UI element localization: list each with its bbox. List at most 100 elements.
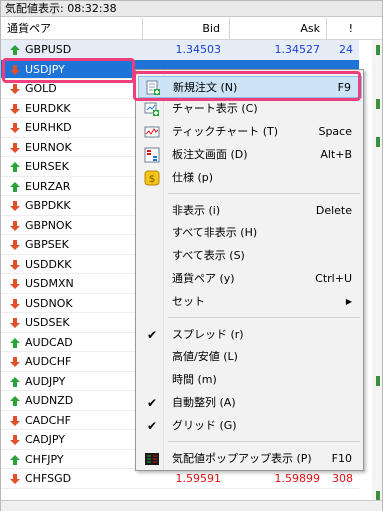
symbol-name: EURHKD [25,121,72,134]
down-arrow-icon [10,220,20,231]
chart-window-icon [144,101,160,117]
menu-item-label: 板注文画面 (D) [172,148,248,161]
check-icon: ✔ [147,396,158,410]
menu-separator [168,317,360,318]
down-arrow-icon [10,318,20,328]
up-arrow-icon [10,337,20,348]
menu-separator [168,441,360,442]
menu-item-label: すべて表示 (S) [172,249,245,262]
menu-item-label: 仕様 (p) [172,171,214,184]
down-arrow-icon [10,103,20,114]
down-arrow-icon [10,123,20,133]
menu-item-label: 高値/安値 (L) [172,350,238,363]
table-header: 通貨ペア Bid Ask ! [1,18,382,40]
column-header-ask[interactable]: Ask [276,18,320,40]
column-divider[interactable] [142,18,143,40]
ask-price: 1.59899 [274,472,321,485]
down-arrow-icon [10,142,20,153]
menu-item-7[interactable]: すべて表示 (S) [138,245,362,267]
down-arrow-icon [10,259,20,270]
menu-item-popup-prices[interactable]: 気配値ポップアップ表示 (P) F10 [138,448,362,470]
down-arrow-icon [10,240,20,250]
table-row[interactable]: CHFSGD 1.59591 1.59899 308 [1,469,359,489]
svg-text:$: $ [149,174,155,185]
symbol-name: USDSEK [25,316,70,329]
menu-separator [168,193,360,194]
window-titlebar[interactable]: 気配値表示: 08:32:38 [1,1,382,17]
depth-of-market-icon [144,147,160,163]
menu-item-label: 時間 (m) [172,373,217,386]
check-icon: ✔ [147,328,158,342]
down-arrow-icon [10,298,20,309]
submenu-arrow-icon: ▶ [345,297,352,306]
column-header-symbol[interactable]: 通貨ペア [7,18,51,40]
down-arrow-icon [10,357,20,367]
spread-value: 308 [332,472,353,485]
titlebar-label: 気配値表示: [5,2,64,15]
menu-item-8[interactable]: 通貨ペア (y) Ctrl+U [138,268,362,290]
menu-item-label: 通貨ペア (y) [172,272,235,285]
titlebar-time: 08:32:38 [67,2,117,15]
symbol-name: AUDJPY [25,374,66,388]
menu-item-specification[interactable]: $ 仕様 (p) [138,167,362,189]
symbol-name: CADJPY [25,433,66,446]
menu-item-6[interactable]: すべて非表示 (H) [138,222,362,244]
down-arrow-icon [10,474,20,484]
symbol-name: CHFJPY [25,452,64,466]
check-icon: ✔ [147,419,158,433]
symbol-name: USDNOK [25,296,73,310]
symbol-name: GBPDKK [25,199,71,212]
spread-value: 24 [339,43,353,56]
menu-item-14[interactable]: ✔ グリッド (G) [138,415,362,437]
bottom-tab-bar[interactable] [1,500,382,511]
up-arrow-icon [10,396,20,406]
menu-item-5[interactable]: 非表示 (i) Delete [138,200,362,222]
symbol-name: GBPUSD [25,43,72,56]
column-divider[interactable] [326,18,327,40]
menu-item-label: 気配値ポップアップ表示 (P) [172,452,312,465]
menu-item-shortcut: F10 [331,452,352,465]
down-arrow-icon [10,84,20,94]
up-arrow-icon [10,181,20,192]
menu-item-12[interactable]: 時間 (m) [138,369,362,391]
table-row[interactable]: GBPUSD 1.34503 1.34527 24 [1,40,359,60]
symbol-name: GBPSEK [25,238,69,251]
menu-item-10[interactable]: ✔ スプレッド (r) [138,324,362,346]
column-header-spread[interactable]: ! [341,18,353,40]
column-divider[interactable] [229,18,230,40]
menu-item-9[interactable]: セット ▶ [138,291,362,313]
tick-chart-icon [144,124,160,140]
menu-item-depth-of-market[interactable]: 板注文画面 (D) Alt+B [138,144,362,166]
vertical-scrollbar[interactable] [372,40,382,500]
menu-item-chart-window[interactable]: チャート表示 (C) [138,98,362,120]
down-arrow-icon [10,415,20,426]
menu-item-shortcut: Delete [315,204,352,217]
up-arrow-icon [10,454,20,465]
down-arrow-icon [10,279,20,289]
symbol-name: EURNOK [25,140,72,154]
menu-item-shortcut: Space [318,125,352,138]
ask-price: 1.34527 [274,43,321,56]
up-arrow-icon [10,162,20,172]
up-arrow-icon [10,376,20,387]
bid-price: 1.34503 [175,43,222,56]
down-arrow-icon [10,435,20,445]
selected-row-highlight [2,58,135,83]
menu-item-13[interactable]: ✔ 自動整列 (A) [138,392,362,414]
column-header-bid[interactable]: Bid [176,18,220,40]
symbol-name: CHFSGD [25,472,72,485]
specification-icon: $ [144,170,160,186]
symbol-name: EURSEK [25,160,69,173]
new-order-highlight [133,71,361,101]
symbol-name: USDMXN [25,277,74,290]
bid-price: 1.59591 [175,472,222,485]
menu-item-label: 自動整列 (A) [172,396,236,409]
menu-item-tick-chart[interactable]: ティックチャート (T) Space [138,121,362,143]
symbol-name: EURDKK [25,101,71,115]
symbol-name: EURZAR [25,179,71,193]
menu-item-shortcut: Ctrl+U [315,272,352,285]
menu-item-label: グリッド (G) [172,419,237,432]
up-arrow-icon [10,45,20,55]
menu-item-label: 非表示 (i) [172,204,221,217]
menu-item-11[interactable]: 高値/安値 (L) [138,346,362,368]
